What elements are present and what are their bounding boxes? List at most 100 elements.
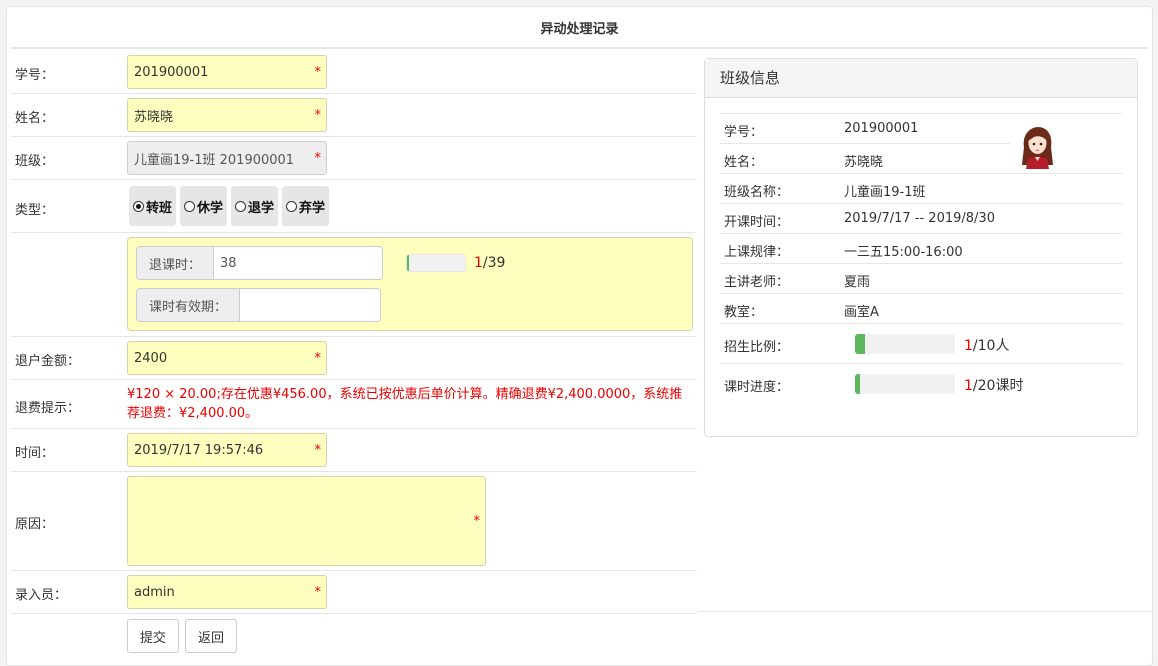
required-mark: * — [473, 513, 481, 529]
type-radio-group: 转班 休学 退学 弃学 — [129, 186, 330, 226]
student-id-value: 201900001 — [134, 64, 209, 80]
row-student-id: 学号： 201900001 * — [11, 51, 697, 94]
radio-label: 弃学 — [299, 200, 326, 216]
class-input[interactable]: 儿童画19-1班 201900001 * — [127, 141, 327, 175]
progress-suffix: /39 — [482, 255, 506, 271]
radio-withdraw[interactable]: 退学 — [231, 186, 279, 226]
required-mark: * — [314, 107, 322, 123]
refund-hours-input[interactable]: 38 — [214, 247, 382, 279]
refund-amount-input[interactable]: 2400 * — [127, 341, 327, 375]
class-label: 班级： — [15, 154, 55, 169]
info-row: 学号： 201900001 — [720, 113, 1122, 143]
enrollment-row: 招生比例： 1/10人 — [720, 323, 1122, 363]
name-input[interactable]: 苏晓晓 * — [127, 98, 327, 132]
radio-label: 转班 — [146, 200, 173, 216]
refund-hours-progress-bar — [406, 254, 466, 272]
radio-unchecked-icon — [286, 200, 298, 212]
radio-checked-icon — [133, 200, 144, 212]
student-avatar-icon — [1022, 127, 1053, 169]
info-row: 上课规律： 一三五15:00-16:00 — [720, 233, 1122, 263]
class-info-panel: 班级信息 学号： 201900001 姓名： 苏晓晓 班级名称： 儿童画19-1… — [704, 58, 1138, 437]
required-mark: * — [314, 150, 322, 166]
name-value: 苏晓晓 — [134, 109, 174, 125]
back-button[interactable]: 返回 — [185, 619, 238, 653]
type-label: 类型： — [15, 203, 55, 218]
operator-input[interactable]: admin * — [127, 575, 327, 609]
class-info-title: 班级信息 — [705, 59, 1137, 98]
progress-fill — [855, 334, 865, 354]
lesson-progress-text: 1/20课时 — [964, 375, 1023, 395]
lesson-progress-bar — [855, 374, 955, 394]
validity-group: 课时有效期： — [136, 288, 382, 322]
refund-hours-progress-text: 1/39 — [474, 255, 505, 271]
radio-unchecked-icon — [184, 200, 196, 212]
info-value: 201900001 — [844, 121, 919, 136]
row-operator: 录入员： admin * — [11, 571, 697, 614]
refund-hours-label: 退课时： — [137, 247, 215, 279]
enrollment-text: 1/10人 — [964, 335, 1009, 355]
refund-hours-group: 退课时： 38 — [136, 246, 384, 280]
change-record-form: 学号： 201900001 * 姓名： 苏晓晓 * 班级： 儿童画19-1班 2… — [11, 51, 697, 658]
progress-fill — [855, 374, 860, 394]
required-mark: * — [314, 442, 322, 458]
row-refund-amount: 退户金额： 2400 * — [11, 337, 697, 380]
radio-suspend[interactable]: 休学 — [180, 186, 228, 226]
info-value: 夏雨 — [844, 275, 871, 290]
page-title: 异动处理记录 — [11, 7, 1148, 49]
row-refund-hint: 退费提示： ¥120 × 20.00;存在优惠¥456.00，系统已按优惠后单价… — [11, 380, 697, 429]
validity-label: 课时有效期： — [137, 289, 241, 321]
info-value: 2019/7/17 -- 2019/8/30 — [844, 211, 995, 226]
required-mark: * — [314, 64, 322, 80]
row-time: 时间： 2019/7/17 19:57:46 * — [11, 429, 697, 472]
operator-value: admin — [134, 584, 175, 600]
class-value: 儿童画19-1班 201900001 — [134, 152, 295, 168]
row-reason: 原因： * — [11, 472, 697, 571]
validity-input[interactable] — [240, 289, 380, 321]
row-actions: 提交 返回 — [11, 614, 697, 658]
reason-textarea[interactable]: * — [127, 476, 486, 566]
student-id-label: 学号： — [15, 68, 55, 83]
student-id-input[interactable]: 201900001 * — [127, 55, 327, 89]
required-mark: * — [314, 584, 322, 600]
radio-label: 退学 — [248, 200, 275, 216]
reason-label: 原因： — [15, 517, 55, 532]
info-key: 教室： — [724, 305, 764, 320]
info-key: 班级名称： — [724, 185, 790, 200]
refund-hint-label: 退费提示： — [15, 401, 81, 416]
info-row: 主讲老师： 夏雨 — [720, 263, 1122, 293]
info-value: 苏晓晓 — [844, 155, 884, 170]
refund-hint-text: ¥120 × 20.00;存在优惠¥456.00，系统已按优惠后单价计算。精确退… — [127, 387, 683, 421]
info-row: 教室： 画室A — [720, 293, 1122, 323]
row-name: 姓名： 苏晓晓 * — [11, 94, 697, 137]
enrollment-key: 招生比例： — [724, 340, 790, 355]
info-row: 班级名称： 儿童画19-1班 — [720, 173, 1122, 203]
lesson-progress-row: 课时进度： 1/20课时 — [720, 363, 1122, 403]
info-key: 上课规律： — [724, 245, 790, 260]
time-label: 时间： — [15, 446, 55, 461]
info-value: 一三五15:00-16:00 — [844, 245, 963, 260]
refund-amount-value: 2400 — [134, 350, 168, 366]
operator-label: 录入员： — [15, 588, 68, 603]
time-input[interactable]: 2019/7/17 19:57:46 * — [127, 433, 327, 467]
info-key: 姓名： — [724, 155, 764, 170]
page-container: 异动处理记录 学号： 201900001 * 姓名： 苏晓晓 * 班级： 儿童画… — [6, 6, 1153, 666]
radio-transfer[interactable]: 转班 — [129, 186, 177, 226]
time-value: 2019/7/17 19:57:46 — [134, 442, 264, 458]
info-value: 儿童画19-1班 — [844, 185, 926, 200]
row-class: 班级： 儿童画19-1班 201900001 * — [11, 137, 697, 180]
lesson-progress-key: 课时进度： — [724, 380, 790, 395]
submit-button[interactable]: 提交 — [127, 619, 180, 653]
progress-current: 1 — [474, 255, 483, 271]
info-key: 开课时间： — [724, 215, 790, 230]
radio-label: 休学 — [197, 200, 224, 216]
radio-abandon[interactable]: 弃学 — [282, 186, 330, 226]
name-label: 姓名： — [15, 111, 55, 126]
progress-suffix: /10人 — [972, 338, 1010, 354]
info-row: 开课时间： 2019/7/17 -- 2019/8/30 — [720, 203, 1122, 233]
info-key: 主讲老师： — [724, 275, 790, 290]
enrollment-progress-bar — [855, 334, 955, 354]
radio-unchecked-icon — [235, 200, 247, 212]
progress-current: 1 — [964, 338, 973, 354]
info-value: 画室A — [844, 305, 879, 320]
progress-current: 1 — [964, 378, 973, 394]
